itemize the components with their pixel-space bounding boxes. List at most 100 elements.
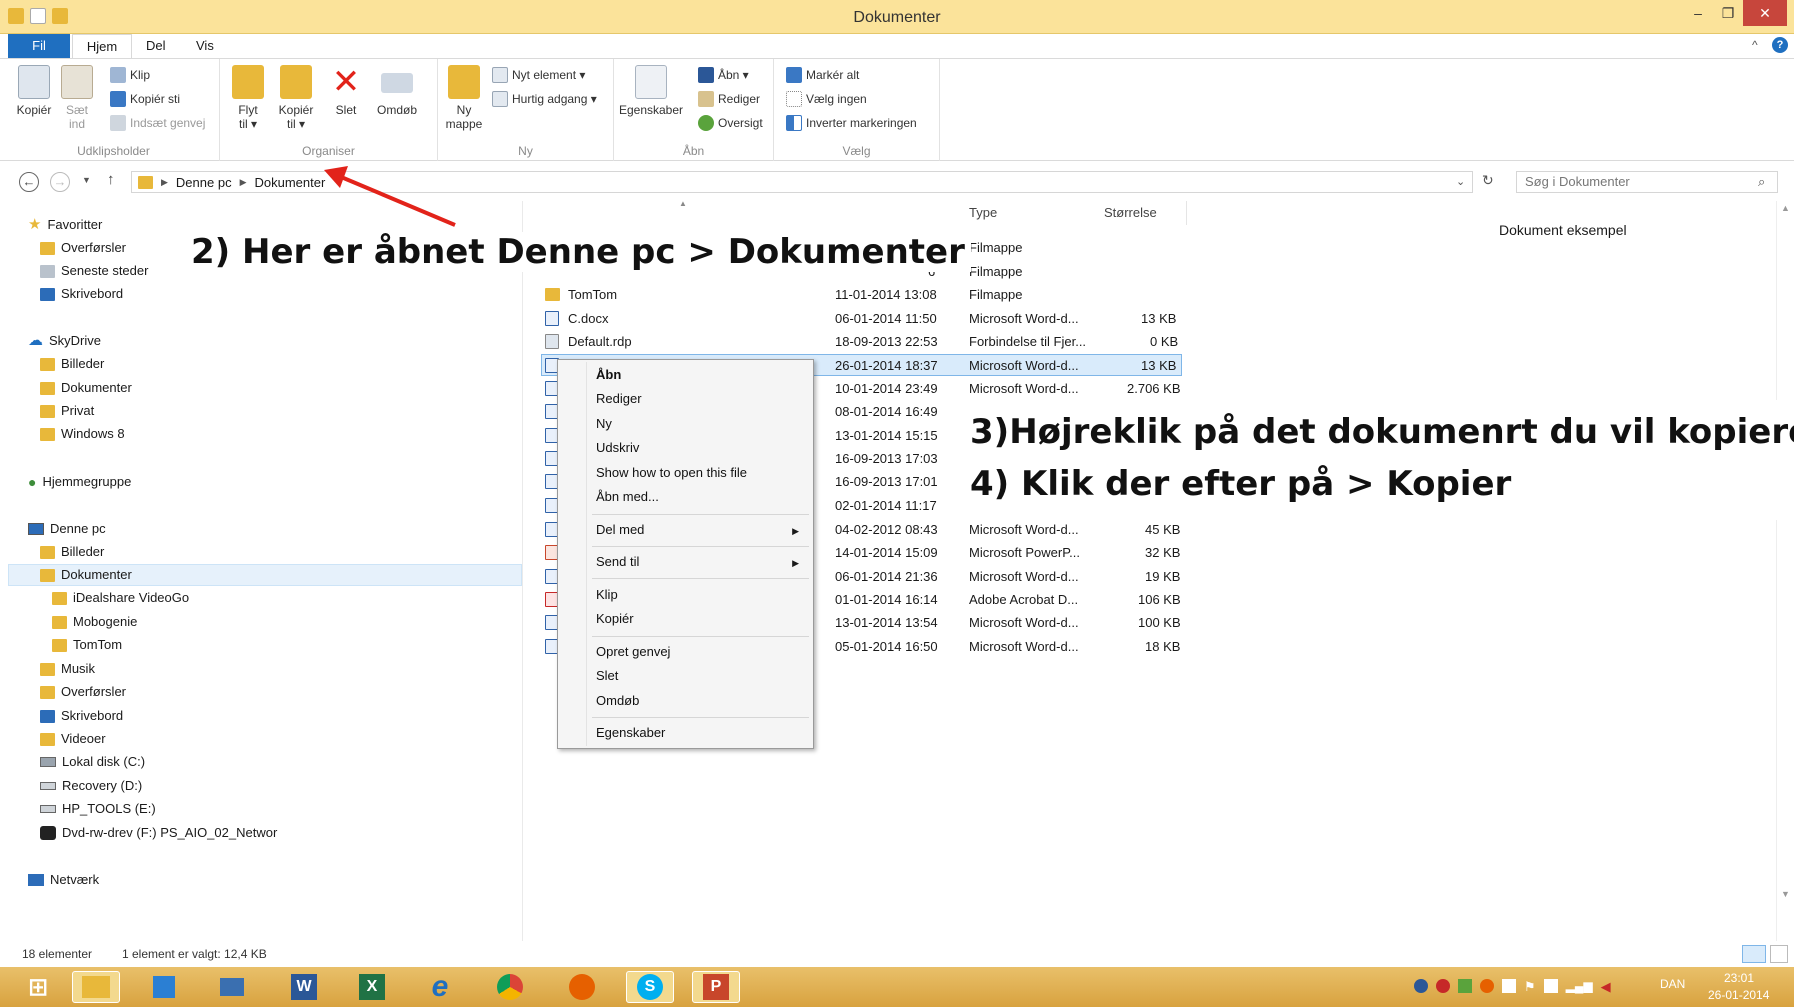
menu-item-delete[interactable]: Slet [596,668,618,683]
nav-homegroup[interactable]: ● Hjemmegruppe [28,471,131,493]
details-view-icon[interactable] [1742,945,1766,963]
select-none-button[interactable]: Vælg ingen [786,91,867,107]
tab-file[interactable]: Fil [8,34,70,58]
menu-item-new[interactable]: Ny [596,416,612,431]
taskbar-firefox-icon[interactable] [558,971,606,1003]
taskbar-chrome-icon[interactable] [486,971,534,1003]
collapse-ribbon-icon[interactable]: ^ [1752,38,1758,52]
paste-button[interactable]: Sæt ind [58,65,96,131]
nav-pc-mobogenie[interactable]: Mobogenie [52,611,137,633]
taskbar-word-icon[interactable]: W [280,971,328,1003]
nav-pc-downloads[interactable]: Overførsler [40,681,126,703]
new-folder-button[interactable]: Ny mappe [442,65,486,131]
recent-dropdown-icon[interactable]: ▼ [82,175,91,185]
new-item-button[interactable]: Nyt element ▾ [492,67,585,83]
nav-sd-pictures[interactable]: Billeder [40,353,104,375]
flag-icon[interactable]: ⚑ [1524,979,1536,995]
nav-disk-f[interactable]: Dvd-rw-drev (F:) PS_AIO_02_Networ [40,822,277,844]
file-row[interactable]: TomTom 11-01-2014 13:08 Filmappe [541,284,1181,306]
search-input[interactable]: Søg i Dokumenter [1516,171,1778,193]
column-separator[interactable] [1186,201,1187,225]
tab-home[interactable]: Hjem [72,34,132,58]
tray-icon[interactable] [1436,979,1450,993]
menu-item-show-how[interactable]: Show how to open this file [596,465,747,480]
pane-divider[interactable] [522,201,523,941]
taskbar-ie-icon[interactable]: e [416,970,464,1003]
nav-network[interactable]: Netværk [28,869,99,891]
nav-disk-d[interactable]: Recovery (D:) [40,775,142,797]
nav-pc-desktop[interactable]: Skrivebord [40,705,123,727]
invert-selection-button[interactable]: Inverter markeringen [786,115,917,131]
scroll-down-icon[interactable]: ▼ [1781,889,1790,899]
up-icon[interactable]: ↑ [107,171,115,188]
nav-recent[interactable]: Seneste steder [40,260,148,282]
nav-pc-idealshare[interactable]: iDealshare VideoGo [52,587,189,609]
breadcrumb-documents[interactable]: Dokumenter [255,175,326,190]
file-row[interactable]: C.docx 06-01-2014 11:50 Microsoft Word-d..… [541,308,1181,330]
menu-item-print[interactable]: Udskriv [596,440,639,455]
menu-item-send-to[interactable]: Send til [596,554,639,569]
history-button[interactable]: Oversigt [698,115,763,131]
tab-share[interactable]: Del [134,34,178,58]
preview-scrollbar[interactable]: ▲ ▼ [1776,201,1794,941]
signal-icon[interactable]: ▂▄▆ [1566,979,1593,995]
volume-icon[interactable]: ◀ [1601,979,1611,995]
menu-item-share[interactable]: Del med [596,522,644,537]
close-button[interactable]: ✕ [1743,0,1787,26]
nav-pc-tomtom[interactable]: TomTom [52,634,122,656]
taskbar-powerpoint-icon[interactable]: P [692,971,740,1003]
tray-icons[interactable]: ⚑ ▂▄▆ ◀ [1414,979,1611,995]
taskbar-excel-icon[interactable]: X [348,971,396,1003]
menu-item-copy[interactable]: Kopiér [596,611,634,626]
nav-disk-e[interactable]: HP_TOOLS (E:) [40,798,156,820]
file-row[interactable]: Default.rdp 18-09-2013 22:53 Forbindelse t… [541,331,1181,353]
copy-path-button[interactable]: Kopiér sti [110,91,180,107]
nav-this-pc[interactable]: Denne pc [28,518,106,540]
nav-downloads[interactable]: Overførsler [40,237,126,259]
help-icon[interactable]: ? [1772,37,1788,53]
nav-disk-c[interactable]: Lokal disk (C:) [40,751,145,773]
breadcrumb-this-pc[interactable]: Denne pc [176,175,232,190]
clock-date[interactable]: 26-01-2014 [1708,988,1769,1002]
minimize-button[interactable]: – [1683,0,1713,26]
menu-item-cut[interactable]: Klip [596,587,618,602]
scroll-up-icon[interactable]: ▲ [1781,203,1790,213]
back-icon[interactable]: ← [19,172,39,192]
column-type[interactable]: Type [969,205,997,220]
nav-desktop[interactable]: Skrivebord [40,283,123,305]
cut-button[interactable]: Klip [110,67,150,83]
refresh-icon[interactable]: ↻ [1482,172,1494,189]
column-size[interactable]: Størrelse [1104,205,1157,220]
properties-button[interactable]: Egenskaber [618,65,684,117]
delete-button[interactable]: ✕ Slet [326,65,366,117]
nav-sd-windows8[interactable]: Windows 8 [40,423,125,445]
copy-button[interactable]: Kopiér [14,65,54,117]
menu-item-rename[interactable]: Omdøb [596,693,639,708]
forward-icon[interactable]: → [50,172,70,192]
tray-icon[interactable] [1480,979,1494,993]
tray-icon[interactable] [1502,979,1516,993]
large-icons-view-icon[interactable] [1770,945,1788,963]
language-indicator[interactable]: DAN [1660,977,1685,991]
nav-pc-pictures[interactable]: Billeder [40,541,104,563]
nav-skydrive[interactable]: ☁ SkyDrive [28,330,101,352]
menu-item-open-with[interactable]: Åbn med... [596,489,659,504]
taskbar-explorer-icon[interactable] [72,971,120,1003]
taskbar-media-icon[interactable] [140,971,188,1003]
nav-sd-private[interactable]: Privat [40,400,94,422]
taskbar-skype-icon[interactable]: S [626,971,674,1003]
menu-item-create-shortcut[interactable]: Opret genvej [596,644,670,659]
move-to-button[interactable]: Flyt til ▾ [228,65,268,131]
start-windows-icon[interactable]: ⊞ [14,971,62,1003]
address-dropdown-icon[interactable]: ⌄ [1456,175,1465,188]
nav-pc-documents[interactable]: Dokumenter [8,564,522,586]
select-all-button[interactable]: Markér alt [786,67,859,83]
copy-to-button[interactable]: Kopiér til ▾ [274,65,318,131]
edit-button[interactable]: Rediger [698,91,760,107]
search-icon[interactable]: ⌕ [1758,174,1765,190]
open-button[interactable]: Åbn ▾ [698,67,749,83]
tray-icon[interactable] [1414,979,1428,993]
taskbar-app-icon[interactable] [208,971,256,1003]
easy-access-button[interactable]: Hurtig adgang ▾ [492,91,597,107]
restore-button[interactable]: ❐ [1713,0,1743,26]
